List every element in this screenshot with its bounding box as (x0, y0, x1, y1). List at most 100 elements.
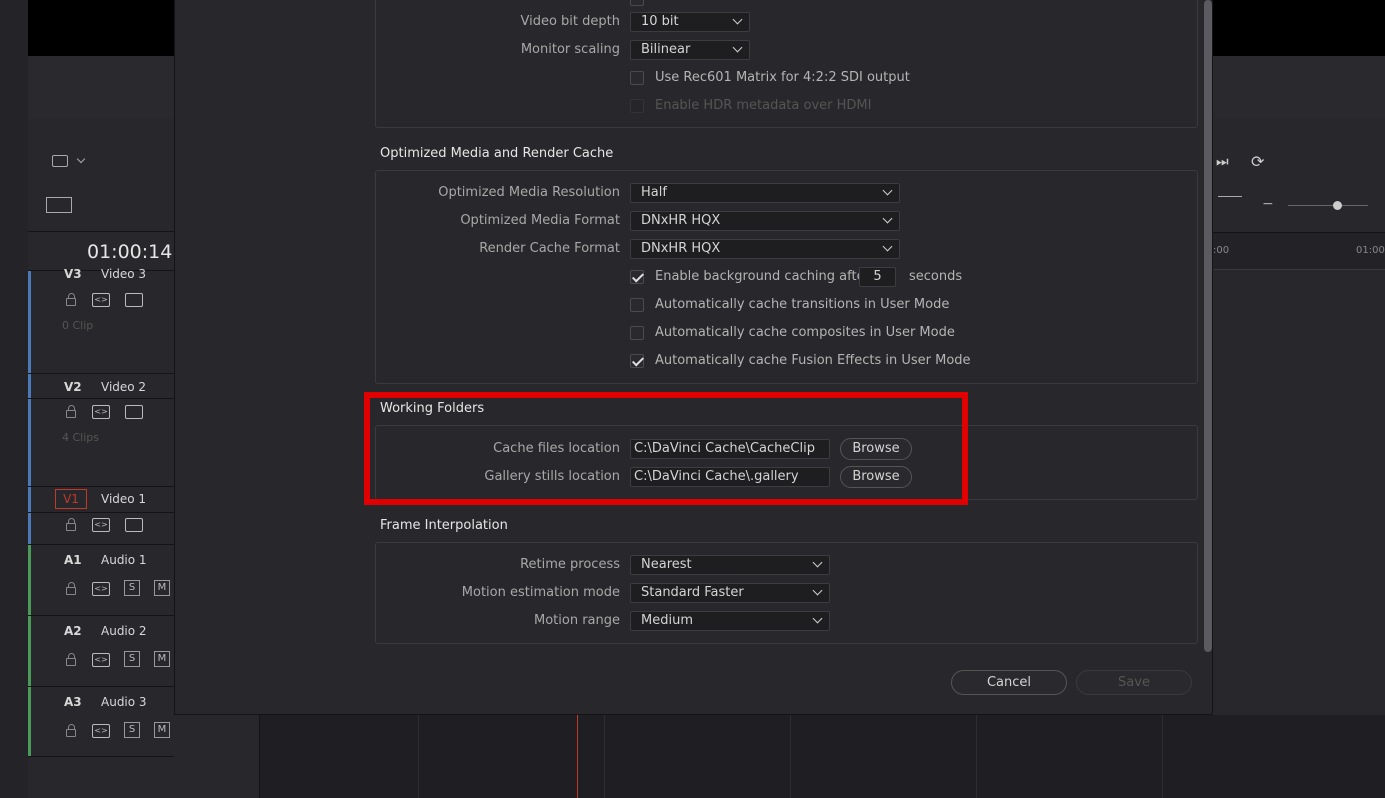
lock-icon[interactable] (66, 518, 76, 531)
monitor-icon[interactable] (125, 405, 143, 419)
track-a2[interactable]: A2 Audio 2 <> S M (28, 615, 174, 686)
monitor-icon[interactable] (125, 293, 143, 307)
track-v2[interactable]: V2 Video 2 <> 4 Clips (28, 373, 174, 486)
dropdown-value: Nearest (641, 557, 692, 572)
timeline-view-icon[interactable] (52, 155, 68, 167)
background-caching-label: Enable background caching after (655, 269, 870, 284)
checkbox-cut-off[interactable] (630, 0, 644, 6)
chevron-down-icon (812, 613, 823, 624)
save-button[interactable]: Save (1076, 670, 1192, 695)
next-clip-icon[interactable]: ⏭ (1216, 154, 1229, 170)
solo-button[interactable]: S (124, 580, 140, 596)
ruler-label: :00 (1213, 245, 1230, 256)
dropdown-value: Bilinear (641, 42, 691, 57)
frame-interpolation-title: Frame Interpolation (380, 518, 508, 533)
retime-process-label: Retime process (520, 557, 620, 572)
hdr-label: Enable HDR metadata over HDMI (655, 98, 872, 113)
track-color-bar (28, 687, 31, 756)
chevron-down-icon (732, 14, 743, 25)
track-name: Video 1 (101, 492, 147, 506)
auto-select-icon[interactable]: <> (92, 293, 110, 307)
lock-icon[interactable] (66, 582, 76, 595)
track-id: V2 (64, 380, 82, 394)
auto-select-icon[interactable]: <> (92, 582, 110, 596)
optimized-format-dropdown[interactable]: DNxHR HQX (630, 211, 900, 231)
monitor-icon[interactable] (125, 518, 143, 532)
track-name: Audio 3 (101, 695, 147, 709)
track-a1[interactable]: A1 Audio 1 <> S M (28, 544, 174, 615)
monitor-scaling-label: Monitor scaling (520, 42, 620, 57)
motion-range-dropdown[interactable]: Medium (630, 611, 830, 631)
lock-icon[interactable] (66, 293, 76, 306)
dropdown-value: DNxHR HQX (641, 213, 721, 228)
playhead[interactable] (577, 715, 578, 798)
rec601-checkbox[interactable] (630, 71, 644, 85)
timecode: 01:00:14 (87, 241, 173, 263)
cache-composites-label: Automatically cache composites in User M… (655, 325, 955, 340)
track-color-bar (28, 545, 31, 615)
timeline-track-area[interactable] (260, 715, 1385, 798)
zoom-out-icon[interactable]: − (1262, 196, 1274, 212)
chevron-down-icon (882, 241, 893, 252)
cache-composites-checkbox[interactable] (630, 326, 644, 340)
ruler-label: 01:00 (1356, 245, 1385, 256)
optimized-resolution-dropdown[interactable]: Half (630, 183, 900, 203)
chevron-down-icon (882, 185, 893, 196)
grid-line (604, 715, 605, 798)
mute-button[interactable]: M (154, 651, 170, 667)
solo-button[interactable]: S (124, 722, 140, 738)
optimized-media-title: Optimized Media and Render Cache (380, 146, 614, 161)
preferences-dialog: Video bit depth 10 bit Monitor scaling B… (174, 0, 1213, 715)
viewer-left (28, 0, 174, 56)
dialog-scrollbar[interactable] (1204, 0, 1212, 652)
monitor-scaling-dropdown[interactable]: Bilinear (630, 40, 750, 60)
background-caching-checkbox[interactable] (630, 270, 644, 284)
loop-icon[interactable]: ⟳ (1251, 152, 1264, 171)
grid-line (976, 715, 977, 798)
chevron-down-icon (812, 557, 823, 568)
dropdown-value: Half (641, 185, 667, 200)
zoom-slider[interactable] (1288, 205, 1368, 206)
dropdown-value: DNxHR HQX (641, 241, 721, 256)
seconds-label: seconds (909, 269, 963, 284)
cache-fusion-label: Automatically cache Fusion Effects in Us… (655, 353, 971, 368)
auto-select-icon[interactable]: <> (92, 724, 110, 738)
track-v3[interactable]: V3 Video 3 <> 0 Clip (28, 267, 174, 373)
chevron-down-icon (732, 42, 743, 53)
video-bit-depth-dropdown[interactable]: 10 bit (630, 12, 750, 32)
zoom-icon[interactable] (1218, 196, 1242, 212)
auto-select-icon[interactable]: <> (92, 405, 110, 419)
lock-icon[interactable] (66, 653, 76, 666)
background-caching-seconds-input[interactable]: 5 (859, 267, 896, 287)
retime-process-dropdown[interactable]: Nearest (630, 555, 830, 575)
render-cache-format-dropdown[interactable]: DNxHR HQX (630, 239, 900, 259)
mute-button[interactable]: M (154, 722, 170, 738)
chevron-down-icon (812, 585, 823, 596)
track-header-extension (174, 715, 260, 798)
motion-estimation-dropdown[interactable]: Standard Faster (630, 583, 830, 603)
clip-count: 4 Clips (62, 431, 100, 444)
zoom-slider-handle[interactable] (1333, 201, 1342, 210)
track-name: Video 3 (101, 267, 147, 281)
highlight-box (364, 392, 968, 505)
lock-icon[interactable] (66, 724, 76, 737)
clip-count: 0 Clip (62, 319, 94, 332)
auto-select-icon[interactable]: <> (92, 653, 110, 667)
timeline-toolbar (28, 118, 174, 232)
destination-track-v1[interactable]: V1 (55, 489, 87, 509)
track-v1[interactable]: V1 Video 1 <> (28, 486, 174, 544)
solo-button[interactable]: S (124, 651, 140, 667)
mute-button[interactable]: M (154, 580, 170, 596)
viewer-toolbar-left (28, 56, 174, 118)
track-layout-icon[interactable] (46, 197, 72, 213)
track-a3[interactable]: A3 Audio 3 <> S M (28, 686, 174, 757)
cancel-button[interactable]: Cancel (951, 670, 1067, 695)
track-color-bar (28, 616, 31, 686)
auto-select-icon[interactable]: <> (92, 518, 110, 532)
viewer-toolbar-right (1213, 56, 1385, 118)
cache-fusion-checkbox[interactable] (630, 354, 644, 368)
render-cache-format-label: Render Cache Format (479, 241, 620, 256)
cache-transitions-checkbox[interactable] (630, 298, 644, 312)
lock-icon[interactable] (66, 405, 76, 418)
grid-line (418, 715, 419, 798)
